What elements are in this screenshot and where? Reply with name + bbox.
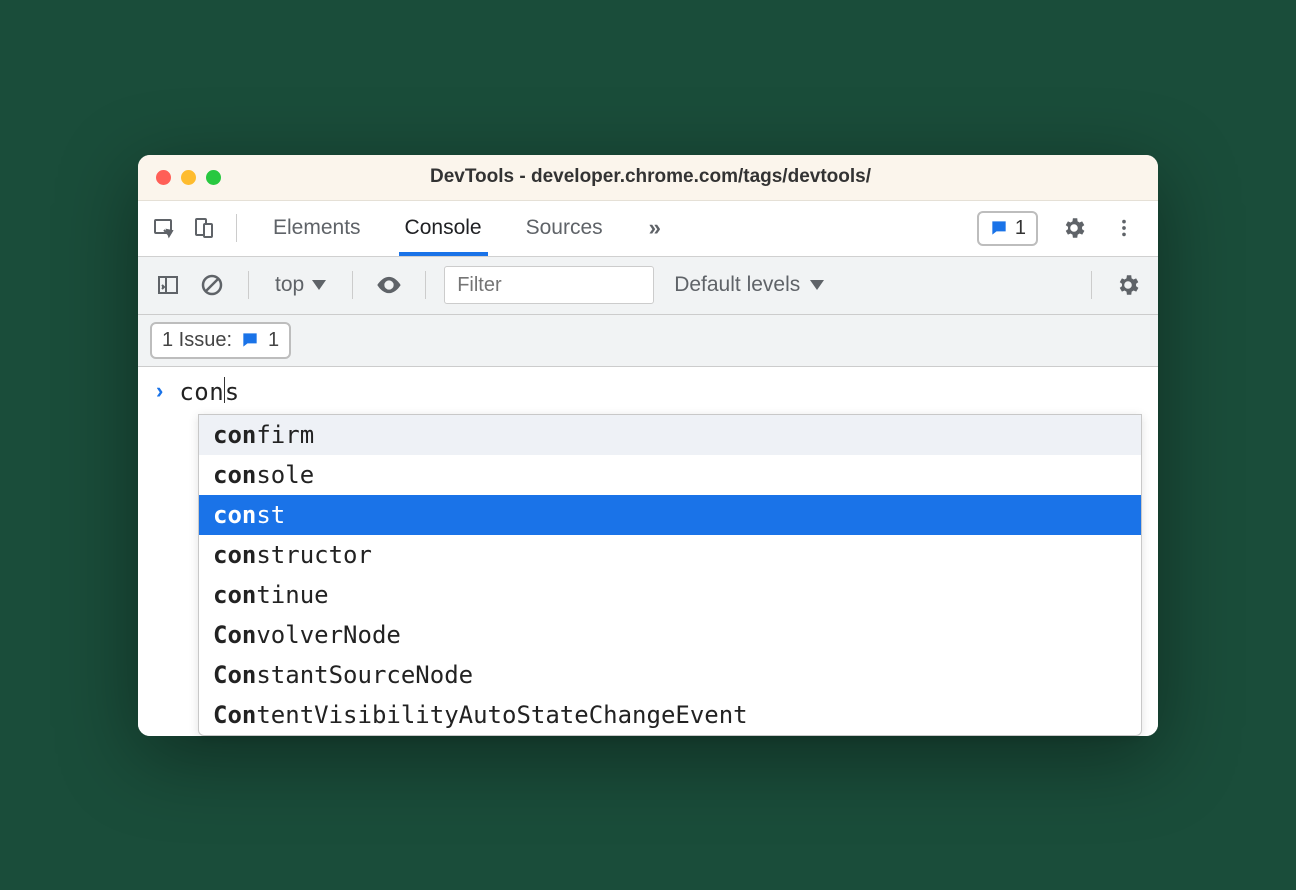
tab-sources[interactable]: Sources: [504, 200, 625, 256]
clear-console-button[interactable]: [194, 267, 230, 303]
prompt-caret-icon: ›: [156, 378, 163, 404]
autocomplete-popup: confirmconsoleconstconstructorcontinueCo…: [198, 414, 1142, 736]
devtools-window: DevTools - developer.chrome.com/tags/dev…: [138, 155, 1158, 736]
kebab-icon: [1113, 217, 1135, 239]
context-label: top: [275, 273, 304, 297]
settings-button[interactable]: [1056, 210, 1092, 246]
chevron-down-icon: [312, 280, 326, 290]
autocomplete-item[interactable]: constructor: [199, 535, 1141, 575]
toggle-console-sidebar-icon[interactable]: [150, 267, 186, 303]
traffic-lights: [156, 170, 221, 185]
divider: [236, 214, 237, 242]
close-window-button[interactable]: [156, 170, 171, 185]
console-prompt-row: › cons: [138, 367, 1158, 410]
gear-icon: [1115, 272, 1141, 298]
filter-input[interactable]: [444, 266, 654, 304]
message-icon: [989, 218, 1009, 238]
more-options-button[interactable]: [1106, 210, 1142, 246]
divider: [425, 271, 426, 299]
autocomplete-item[interactable]: ConstantSourceNode: [199, 655, 1141, 695]
main-toolbar: Elements Console Sources » 1: [138, 201, 1158, 257]
autocomplete-item[interactable]: const: [199, 495, 1141, 535]
autocomplete-item[interactable]: ContentVisibilityAutoStateChangeEvent: [199, 695, 1141, 735]
console-input[interactable]: cons: [179, 377, 239, 406]
clear-icon: [200, 273, 224, 297]
tab-elements[interactable]: Elements: [251, 200, 383, 256]
autocomplete-item[interactable]: console: [199, 455, 1141, 495]
chevron-down-icon: [810, 280, 824, 290]
divider: [1091, 271, 1092, 299]
panel-tabs: Elements Console Sources: [251, 200, 625, 256]
inspect-element-icon[interactable]: [146, 210, 182, 246]
eye-icon: [375, 271, 403, 299]
message-icon: [240, 330, 260, 350]
window-titlebar: DevTools - developer.chrome.com/tags/dev…: [138, 155, 1158, 201]
levels-label: Default levels: [674, 273, 800, 297]
console-settings-button[interactable]: [1110, 267, 1146, 303]
issue-filter-bar: 1 Issue: 1: [138, 315, 1158, 367]
issues-counter-button[interactable]: 1: [977, 211, 1038, 246]
issue-chip-count: 1: [268, 329, 279, 352]
log-levels-selector[interactable]: Default levels: [662, 273, 836, 297]
divider: [248, 271, 249, 299]
more-tabs-button[interactable]: »: [629, 215, 681, 241]
issues-count: 1: [1015, 217, 1026, 240]
issue-chip-label: 1 Issue:: [162, 329, 232, 352]
console-body: › cons confirmconsoleconstconstructorcon…: [138, 367, 1158, 736]
autocomplete-item[interactable]: ConvolverNode: [199, 615, 1141, 655]
autocomplete-item[interactable]: continue: [199, 575, 1141, 615]
live-expression-button[interactable]: [371, 267, 407, 303]
execution-context-selector[interactable]: top: [267, 273, 334, 297]
device-toggle-icon[interactable]: [186, 210, 222, 246]
tab-console[interactable]: Console: [383, 200, 504, 256]
gear-icon: [1061, 215, 1087, 241]
minimize-window-button[interactable]: [181, 170, 196, 185]
autocomplete-item[interactable]: confirm: [199, 415, 1141, 455]
maximize-window-button[interactable]: [206, 170, 221, 185]
divider: [352, 271, 353, 299]
console-toolbar: top Default levels: [138, 257, 1158, 315]
issues-chip[interactable]: 1 Issue: 1: [150, 322, 291, 359]
window-title: DevTools - developer.chrome.com/tags/dev…: [221, 166, 1080, 188]
